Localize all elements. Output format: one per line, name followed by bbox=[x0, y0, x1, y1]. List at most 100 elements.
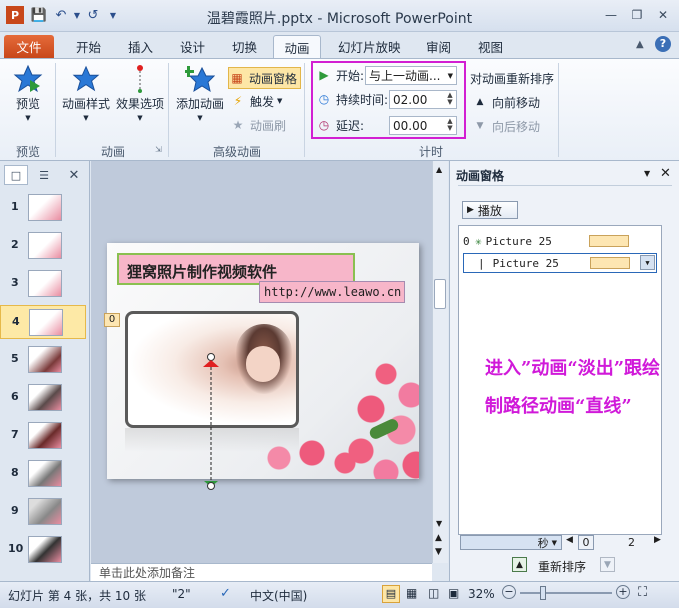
scroll-thumb[interactable] bbox=[434, 279, 446, 309]
pane-menu-icon[interactable]: ▼ bbox=[644, 169, 650, 178]
timeline-unit-button[interactable]: 秒 ▼ bbox=[460, 535, 562, 550]
next-slide-icon[interactable]: ▼ bbox=[435, 547, 442, 557]
animation-pane-button[interactable]: ▦ 动画窗格 bbox=[228, 67, 302, 89]
zoom-slider-thumb[interactable] bbox=[540, 586, 546, 600]
tab-file[interactable]: 文件 bbox=[4, 35, 54, 58]
close-pane-icon[interactable]: ✕ bbox=[64, 165, 84, 185]
motion-path-line[interactable] bbox=[199, 351, 223, 491]
scroll-up-icon[interactable]: ▲ bbox=[436, 165, 442, 174]
minimize-ribbon-icon[interactable]: ▲ bbox=[636, 39, 644, 50]
slide-preview bbox=[28, 346, 62, 373]
slide-thumbnail[interactable]: 10 bbox=[0, 533, 86, 567]
animation-item-name: Picture 25 bbox=[485, 234, 552, 248]
language-status[interactable]: 中文(中国) bbox=[250, 587, 307, 604]
animation-item-index: 0 bbox=[463, 234, 470, 248]
trigger-button[interactable]: ⚡ 触发 ▼ bbox=[230, 90, 283, 112]
notes-pane[interactable]: 单击此处添加备注 bbox=[91, 563, 432, 581]
slide-thumbnail[interactable]: 6 bbox=[0, 381, 86, 415]
group-label-preview: 预览 bbox=[15, 145, 40, 159]
title-bar: P 💾 ↶ ▼ ↺ ▼ 温碧霞照片.pptx - Microsoft Power… bbox=[0, 0, 679, 32]
tab-design[interactable]: 设计 bbox=[172, 35, 213, 58]
close-icon[interactable]: ✕ bbox=[652, 6, 674, 24]
slide-number: 1 bbox=[11, 200, 19, 213]
motion-path-effect-icon: | bbox=[478, 256, 485, 270]
annotation-note: 进入”动画“淡出”跟绘制路径动画“直线” bbox=[485, 358, 661, 417]
slide-thumbnail[interactable]: 8 bbox=[0, 457, 86, 491]
zoom-level[interactable]: 32% bbox=[468, 587, 495, 601]
move-down-icon[interactable]: ▼ bbox=[600, 557, 615, 572]
slide-thumbnail[interactable]: 9 bbox=[0, 495, 86, 529]
animation-marker[interactable]: 0 bbox=[104, 313, 120, 327]
editor-scrollbar[interactable]: ▲ ▼ ▲ ▼ bbox=[432, 161, 448, 563]
star-icon bbox=[70, 63, 102, 95]
animation-styles-button[interactable]: 动画样式 ▼ bbox=[60, 63, 112, 122]
move-later-button[interactable]: ▼ 向后移动 bbox=[472, 115, 540, 137]
close-pane-icon[interactable]: ✕ bbox=[660, 166, 671, 181]
theme-name: "2" bbox=[172, 587, 191, 601]
animation-item-selected[interactable]: | Picture 25 ▼ bbox=[463, 253, 657, 273]
normal-view-icon[interactable]: ▤ bbox=[382, 585, 400, 603]
add-animation-button[interactable]: 添加动画 ▼ bbox=[174, 63, 226, 122]
reading-view-icon[interactable]: ◫ bbox=[428, 586, 439, 600]
current-slide[interactable]: 狸窝照片制作视频软件 http://www.leawo.cn bbox=[107, 243, 419, 479]
scroll-down-icon[interactable]: ▼ bbox=[436, 519, 442, 528]
spellcheck-icon[interactable]: ✓ bbox=[220, 586, 231, 601]
group-label-timing: 计时 bbox=[418, 145, 443, 159]
tab-slides-icon[interactable]: □ bbox=[4, 165, 28, 185]
tab-animations[interactable]: 动画 bbox=[273, 35, 321, 58]
slide-thumbnail[interactable]: 3 bbox=[0, 267, 86, 301]
preview-dropdown-icon: ▼ bbox=[25, 114, 31, 122]
tab-view[interactable]: 视图 bbox=[470, 35, 511, 58]
slide-thumbnail[interactable]: 1 bbox=[0, 191, 86, 225]
slide-thumbnail[interactable]: 7 bbox=[0, 419, 86, 453]
ribbon: 预览 ▼ 预览 动画样式 ▼ 效果选项 ▼ 动画 ⇲ 添加动画 ▼ ▦ 动画窗格… bbox=[0, 58, 679, 161]
timeline-back-icon[interactable]: ◀ bbox=[566, 535, 573, 545]
animation-list[interactable]: 0 ✳ Picture 25 | Picture 25 ▼ 进入”动画“淡出”跟… bbox=[458, 225, 662, 535]
timeline-bar bbox=[589, 235, 629, 247]
tab-home[interactable]: 开始 bbox=[68, 35, 109, 58]
url-banner[interactable]: http://www.leawo.cn bbox=[259, 281, 405, 303]
play-button[interactable]: ▶ 播放 bbox=[462, 201, 518, 219]
ribbon-tabs: 文件 开始 插入 设计 切换 动画 幻灯片放映 审阅 视图 ▲ ? bbox=[0, 32, 679, 58]
zoom-out-icon[interactable]: − bbox=[502, 585, 516, 599]
restore-icon[interactable]: ❐ bbox=[626, 6, 648, 24]
slideshow-view-icon[interactable]: ▣ bbox=[448, 586, 459, 600]
zoom-in-icon[interactable]: + bbox=[616, 585, 630, 599]
slide-number: 6 bbox=[11, 390, 19, 403]
dialog-launcher-icon[interactable]: ⇲ bbox=[155, 145, 162, 154]
slide-thumbnail[interactable]: 5 bbox=[0, 343, 86, 377]
item-dropdown-icon[interactable]: ▼ bbox=[640, 255, 655, 270]
animation-item-name: Picture 25 bbox=[492, 256, 559, 270]
tab-outline-icon[interactable]: ☰ bbox=[32, 165, 56, 185]
preview-label: 预览 bbox=[15, 97, 40, 111]
slide-editor[interactable]: 狸窝照片制作视频软件 http://www.leawo.cn 0 ▲ ▼ ▲ ▼ bbox=[91, 161, 448, 563]
effect-options-button[interactable]: 效果选项 ▼ bbox=[114, 63, 166, 122]
reorder-heading: 对动画重新排序 bbox=[470, 71, 555, 86]
slide-preview bbox=[29, 309, 63, 336]
slide-thumbnail[interactable]: 2 bbox=[0, 229, 86, 263]
timing-highlight-box bbox=[311, 61, 466, 139]
move-up-icon[interactable]: ▲ bbox=[512, 557, 527, 572]
tab-transitions[interactable]: 切换 bbox=[224, 35, 265, 58]
slide-thumbnail-selected[interactable]: 4 bbox=[0, 305, 86, 339]
preview-button[interactable]: 预览 ▼ bbox=[10, 63, 46, 122]
slide-sorter-icon[interactable]: ▦ bbox=[406, 586, 417, 600]
zoom-slider-track[interactable] bbox=[520, 592, 612, 594]
slide-number: 8 bbox=[11, 466, 19, 479]
animation-painter-label: 动画刷 bbox=[250, 118, 287, 133]
animation-painter-button[interactable]: ★ 动画刷 bbox=[230, 114, 286, 136]
tab-slideshow[interactable]: 幻灯片放映 bbox=[330, 35, 409, 58]
tab-review[interactable]: 审阅 bbox=[418, 35, 459, 58]
animation-item[interactable]: 0 ✳ Picture 25 bbox=[463, 232, 657, 250]
help-icon[interactable]: ? bbox=[655, 36, 671, 52]
fit-to-window-icon[interactable]: ⛶ bbox=[638, 585, 647, 600]
minimize-icon[interactable]: — bbox=[600, 6, 622, 24]
move-later-label: 向后移动 bbox=[492, 119, 541, 134]
move-earlier-button[interactable]: ▲ 向前移动 bbox=[472, 91, 540, 113]
slide-preview bbox=[28, 232, 62, 259]
down-arrow-icon: ▼ bbox=[476, 121, 484, 131]
previous-slide-icon[interactable]: ▲ bbox=[435, 533, 442, 543]
tab-insert[interactable]: 插入 bbox=[120, 35, 161, 58]
slide-count-status: 幻灯片 第 4 张，共 10 张 bbox=[8, 589, 146, 603]
timeline-forward-icon[interactable]: ▶ bbox=[654, 535, 661, 545]
